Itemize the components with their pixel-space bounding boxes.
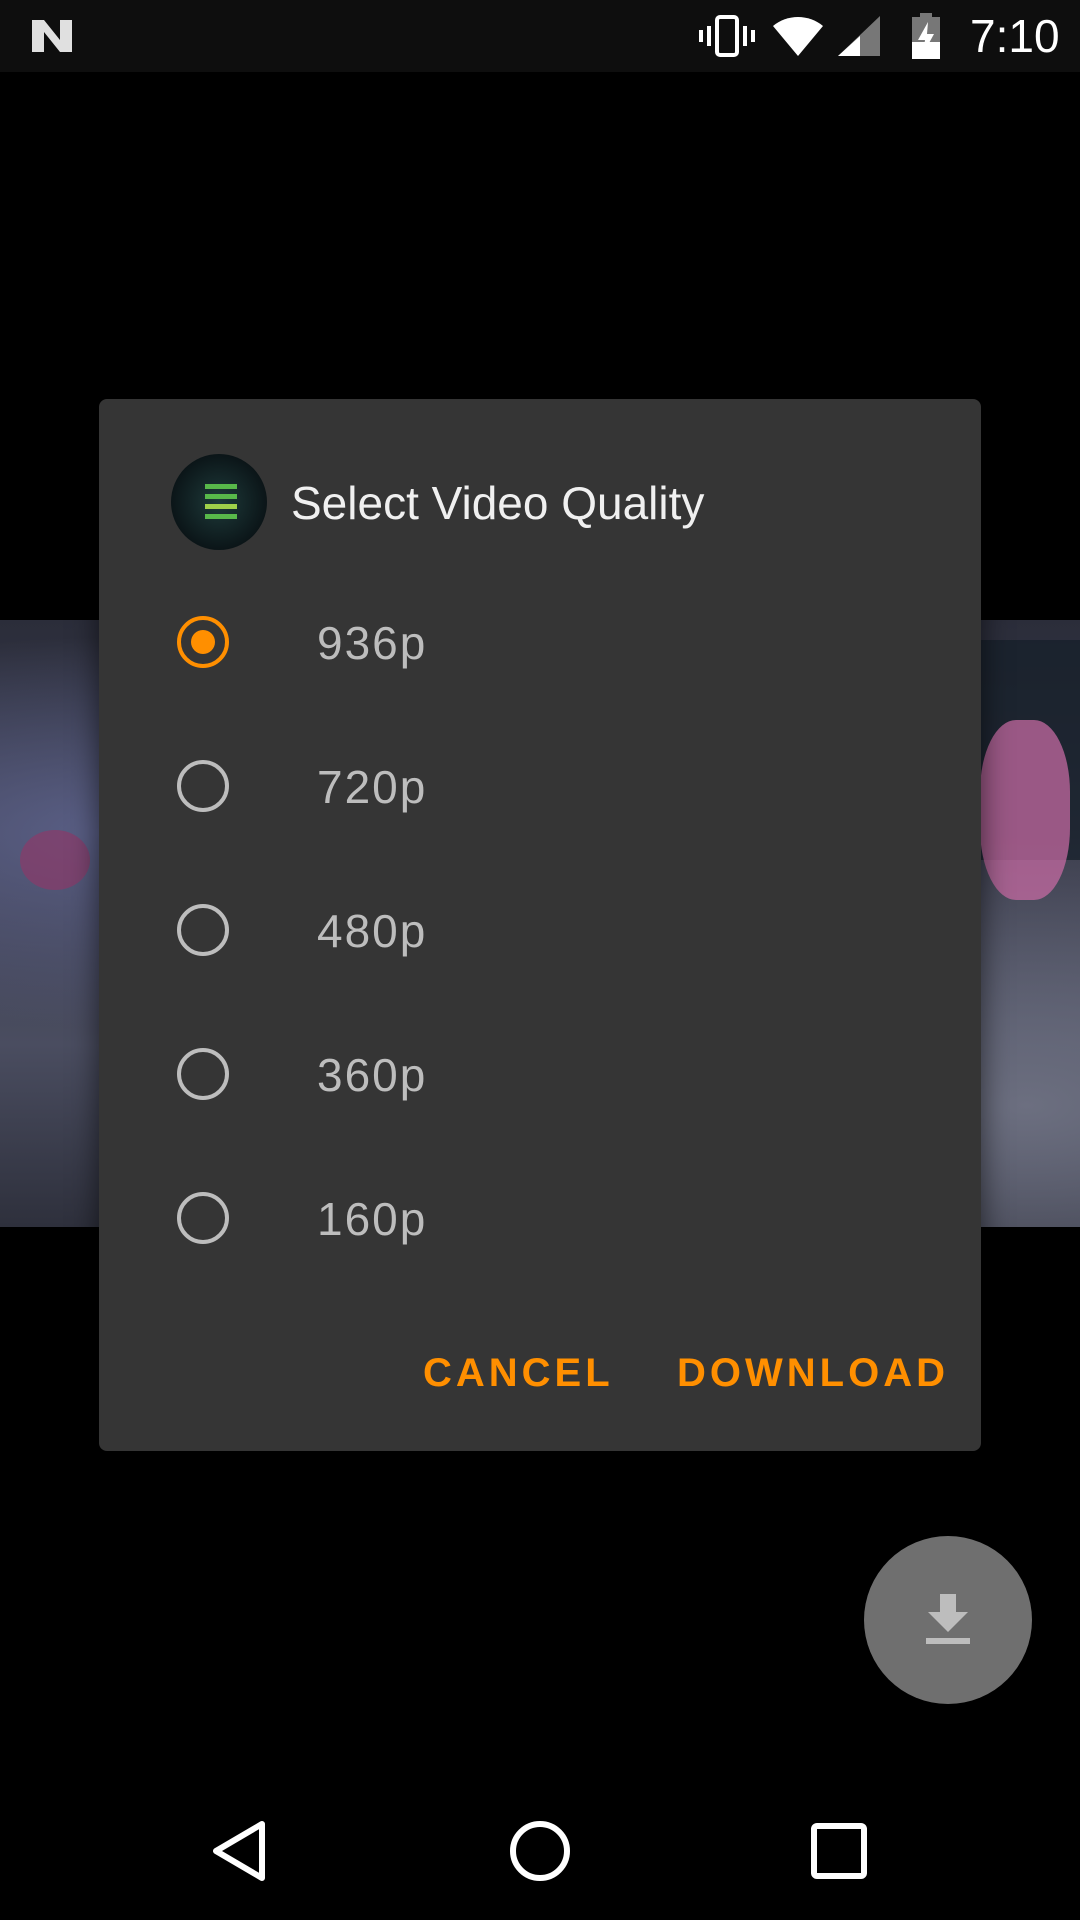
video-character (980, 720, 1070, 900)
recents-icon[interactable] (804, 1816, 874, 1886)
radio-button-checked[interactable] (177, 616, 229, 668)
radio-button[interactable] (177, 1048, 229, 1100)
quality-option-936p[interactable]: 936p (99, 585, 981, 705)
cell-signal-icon (838, 16, 880, 56)
radio-button[interactable] (177, 1192, 229, 1244)
radio-button[interactable] (177, 760, 229, 812)
back-icon[interactable] (206, 1816, 276, 1886)
dialog-title: Select Video Quality (291, 477, 705, 529)
n-logo-icon (32, 20, 72, 52)
wifi-icon (773, 17, 823, 56)
vibrate-icon (699, 15, 755, 57)
video-thumbnail (171, 454, 267, 550)
download-icon (926, 1594, 970, 1644)
quality-label: 936p (317, 617, 428, 669)
cancel-button[interactable]: CANCEL (423, 1349, 614, 1397)
quality-label: 480p (317, 905, 428, 957)
battery-charging-icon (912, 13, 940, 59)
video-scene-detail (20, 830, 90, 890)
quality-label: 360p (317, 1049, 428, 1101)
quality-option-480p[interactable]: 480p (99, 873, 981, 993)
quality-option-360p[interactable]: 360p (99, 1017, 981, 1137)
video-quality-dialog: Select Video Quality 936p 720p 480p 360p… (99, 399, 981, 1451)
quality-label: 720p (317, 761, 428, 813)
radio-button[interactable] (177, 904, 229, 956)
quality-option-720p[interactable]: 720p (99, 729, 981, 849)
status-bar: 7:10 (0, 0, 1080, 72)
quality-label: 160p (317, 1193, 428, 1245)
quality-option-160p[interactable]: 160p (99, 1161, 981, 1281)
home-icon[interactable] (505, 1816, 575, 1886)
download-button[interactable]: DOWNLOAD (677, 1349, 949, 1397)
navigation-bar (0, 1776, 1080, 1920)
status-time: 7:10 (970, 10, 1060, 62)
download-fab[interactable] (864, 1536, 1032, 1704)
